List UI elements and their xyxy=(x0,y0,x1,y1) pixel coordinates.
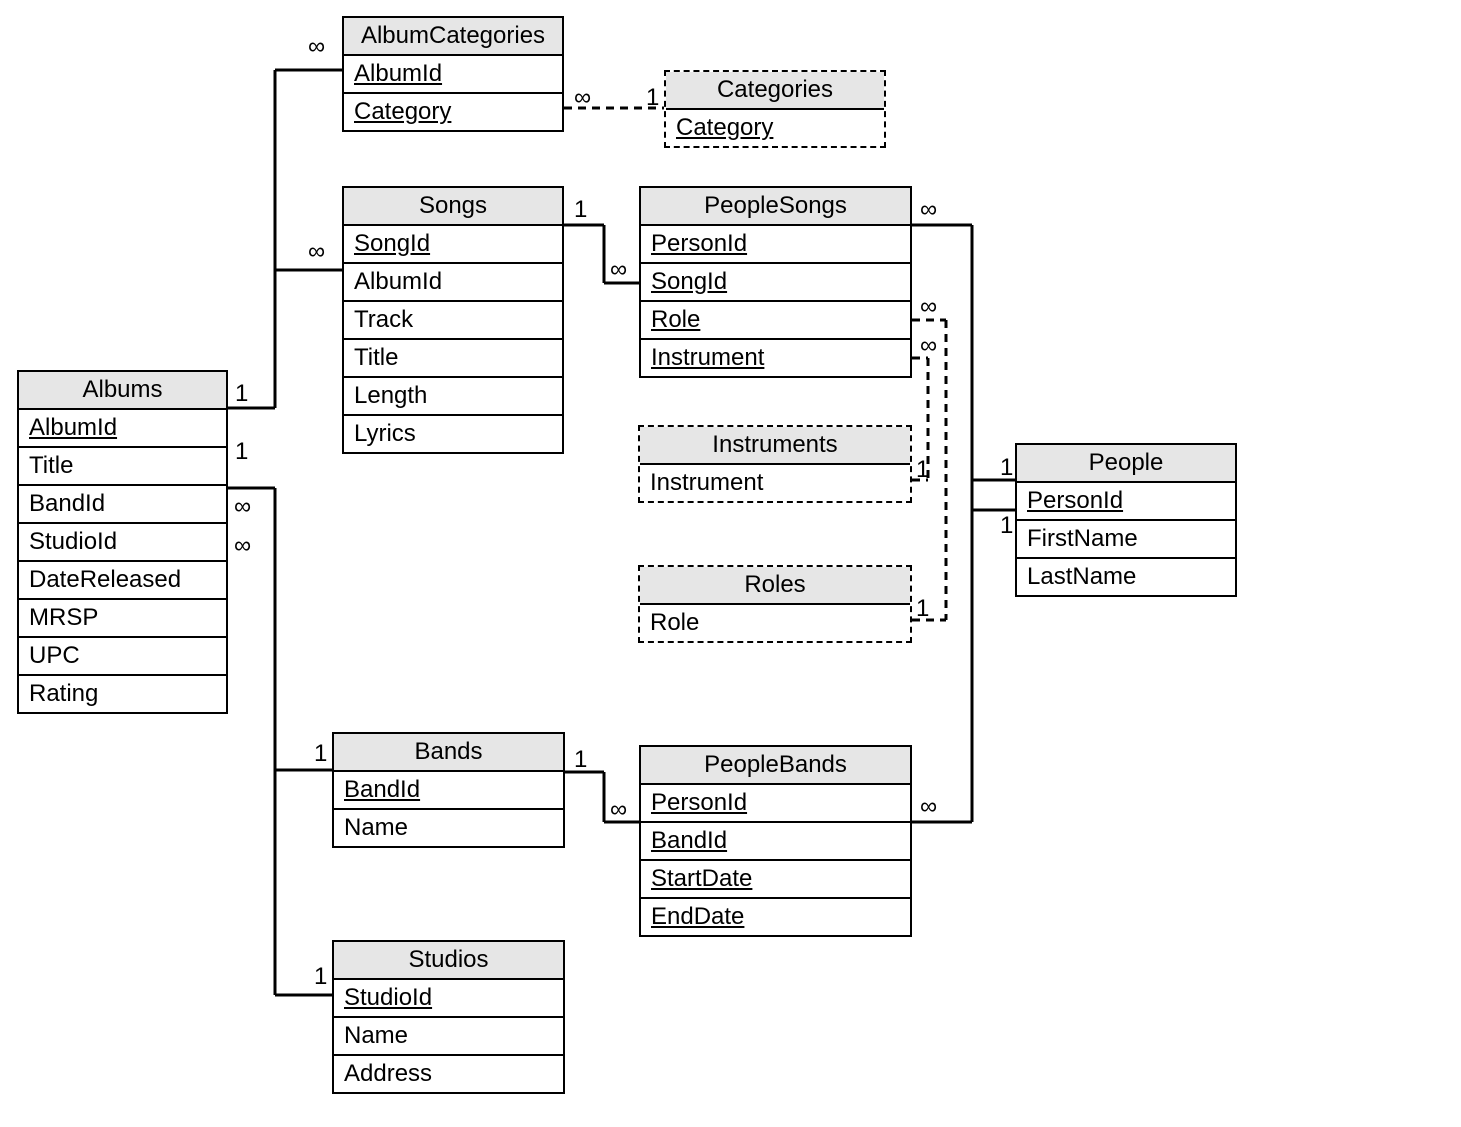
field-role: Role xyxy=(641,302,910,340)
field-mrsp: MRSP xyxy=(19,600,226,638)
field-songid: SongId xyxy=(641,264,910,302)
field-albumid: AlbumId xyxy=(344,264,562,302)
field-studioid: StudioId xyxy=(19,524,226,562)
card-many: ∞ xyxy=(574,86,591,110)
table-albums: Albums AlbumId Title BandId StudioId Dat… xyxy=(17,370,228,714)
table-songs: Songs SongId AlbumId Track Title Length … xyxy=(342,186,564,454)
field-category: Category xyxy=(666,110,884,146)
table-albumcategories: AlbumCategories AlbumId Category xyxy=(342,16,564,132)
field-personid: PersonId xyxy=(1017,483,1235,521)
card-many: ∞ xyxy=(920,295,937,319)
table-title: People xyxy=(1017,445,1235,483)
table-studios: Studios StudioId Name Address xyxy=(332,940,565,1094)
table-title: Instruments xyxy=(640,427,910,465)
field-name: Name xyxy=(334,810,563,846)
field-personid: PersonId xyxy=(641,226,910,264)
card-many: ∞ xyxy=(920,334,937,358)
card-one: 1 xyxy=(916,458,929,482)
card-many: ∞ xyxy=(234,534,251,558)
field-albumid: AlbumId xyxy=(344,56,562,94)
table-people: People PersonId FirstName LastName xyxy=(1015,443,1237,597)
field-personid: PersonId xyxy=(641,785,910,823)
field-length: Length xyxy=(344,378,562,416)
table-title: Roles xyxy=(640,567,910,605)
field-albumid: AlbumId xyxy=(19,410,226,448)
field-upc: UPC xyxy=(19,638,226,676)
table-peoplebands: PeopleBands PersonId BandId StartDate En… xyxy=(639,745,912,937)
field-category: Category xyxy=(344,94,562,130)
card-one: 1 xyxy=(646,86,659,110)
table-roles: Roles Role xyxy=(638,565,912,643)
card-one: 1 xyxy=(574,748,587,772)
card-many: ∞ xyxy=(234,495,251,519)
card-many: ∞ xyxy=(610,798,627,822)
table-bands: Bands BandId Name xyxy=(332,732,565,848)
field-songid: SongId xyxy=(344,226,562,264)
field-studioid: StudioId xyxy=(334,980,563,1018)
field-name: Name xyxy=(334,1018,563,1056)
field-instrument: Instrument xyxy=(641,340,910,376)
field-bandid: BandId xyxy=(641,823,910,861)
field-instrument: Instrument xyxy=(640,465,910,501)
card-one: 1 xyxy=(314,965,327,989)
field-title: Title xyxy=(19,448,226,486)
field-bandid: BandId xyxy=(19,486,226,524)
table-title: Albums xyxy=(19,372,226,410)
card-many: ∞ xyxy=(308,240,325,264)
field-startdate: StartDate xyxy=(641,861,910,899)
field-role: Role xyxy=(640,605,910,641)
card-one: 1 xyxy=(235,382,248,406)
card-many: ∞ xyxy=(920,198,937,222)
table-categories: Categories Category xyxy=(664,70,886,148)
table-title: AlbumCategories xyxy=(344,18,562,56)
field-rating: Rating xyxy=(19,676,226,712)
table-title: PeopleSongs xyxy=(641,188,910,226)
table-peoplesongs: PeopleSongs PersonId SongId Role Instrum… xyxy=(639,186,912,378)
field-track: Track xyxy=(344,302,562,340)
card-one: 1 xyxy=(574,198,587,222)
er-diagram: Albums AlbumId Title BandId StudioId Dat… xyxy=(0,0,1461,1127)
field-title: Title xyxy=(344,340,562,378)
card-many: ∞ xyxy=(308,35,325,59)
table-title: Bands xyxy=(334,734,563,772)
card-one: 1 xyxy=(916,597,929,621)
card-one: 1 xyxy=(314,742,327,766)
table-title: Categories xyxy=(666,72,884,110)
card-many: ∞ xyxy=(920,795,937,819)
field-datereleased: DateReleased xyxy=(19,562,226,600)
card-one: 1 xyxy=(1000,456,1013,480)
field-enddate: EndDate xyxy=(641,899,910,935)
table-title: Songs xyxy=(344,188,562,226)
table-instruments: Instruments Instrument xyxy=(638,425,912,503)
field-lyrics: Lyrics xyxy=(344,416,562,452)
card-many: ∞ xyxy=(610,258,627,282)
field-address: Address xyxy=(334,1056,563,1092)
card-one: 1 xyxy=(1000,514,1013,538)
card-one: 1 xyxy=(235,440,248,464)
field-firstname: FirstName xyxy=(1017,521,1235,559)
field-lastname: LastName xyxy=(1017,559,1235,595)
table-title: PeopleBands xyxy=(641,747,910,785)
table-title: Studios xyxy=(334,942,563,980)
field-bandid: BandId xyxy=(334,772,563,810)
